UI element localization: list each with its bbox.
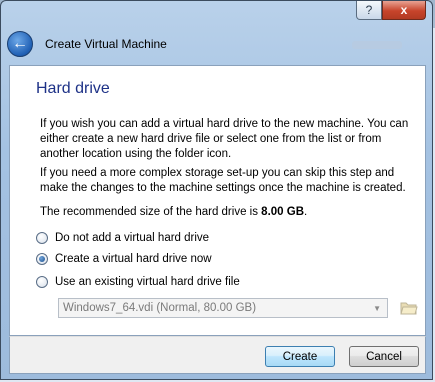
option-label: Create a virtual hard drive now (55, 253, 212, 265)
window-title: Create Virtual Machine (45, 37, 167, 51)
cancel-button[interactable]: Cancel (349, 346, 419, 367)
create-button[interactable]: Create (265, 346, 335, 367)
recommended-size-suffix: . (304, 206, 308, 218)
choose-disk-file-button[interactable] (399, 298, 419, 318)
description-paragraph-1: If you wish you can add a virtual hard d… (40, 118, 409, 160)
existing-disk-select[interactable]: Windows7_64.vdi (Normal, 80.00 GB) ▼ (58, 298, 388, 318)
option-existing-hard-drive[interactable]: Use an existing virtual hard drive file (36, 276, 240, 288)
help-button[interactable]: ? (356, 1, 382, 20)
chevron-down-icon: ▼ (373, 304, 381, 313)
recommended-size-prefix: The recommended size of the hard drive i… (40, 206, 262, 218)
option-no-hard-drive[interactable]: Do not add a virtual hard drive (36, 232, 209, 244)
folder-open-icon (400, 302, 418, 315)
recommended-size-text: The recommended size of the hard drive i… (40, 206, 307, 218)
description-paragraph-2: If you need a more complex storage set-u… (40, 167, 406, 194)
option-create-hard-drive[interactable]: Create a virtual hard drive now (36, 253, 212, 265)
existing-disk-value: Windows7_64.vdi (Normal, 80.00 GB) (63, 302, 257, 314)
button-bar: Create Cancel (9, 336, 426, 374)
back-button[interactable]: ← (7, 31, 33, 57)
background-hint (352, 41, 402, 49)
option-label: Do not add a virtual hard drive (55, 232, 210, 244)
back-arrow-icon: ← (12, 35, 28, 52)
recommended-size-value: 8.00 GB (261, 206, 304, 218)
title-bar: ← Create Virtual Machine (7, 31, 167, 57)
close-button[interactable]: x (382, 1, 426, 20)
wizard-page: Hard drive If you wish you can add a vir… (9, 65, 426, 336)
radio-create-hard-drive[interactable] (36, 253, 48, 265)
dialog-window: ? x ← Create Virtual Machine Hard drive … (0, 0, 433, 380)
option-label: Use an existing virtual hard drive file (55, 276, 240, 288)
caption-buttons: ? x (356, 1, 426, 20)
radio-no-hard-drive[interactable] (36, 232, 48, 244)
radio-existing-hard-drive[interactable] (36, 276, 48, 288)
page-heading: Hard drive (36, 80, 110, 97)
